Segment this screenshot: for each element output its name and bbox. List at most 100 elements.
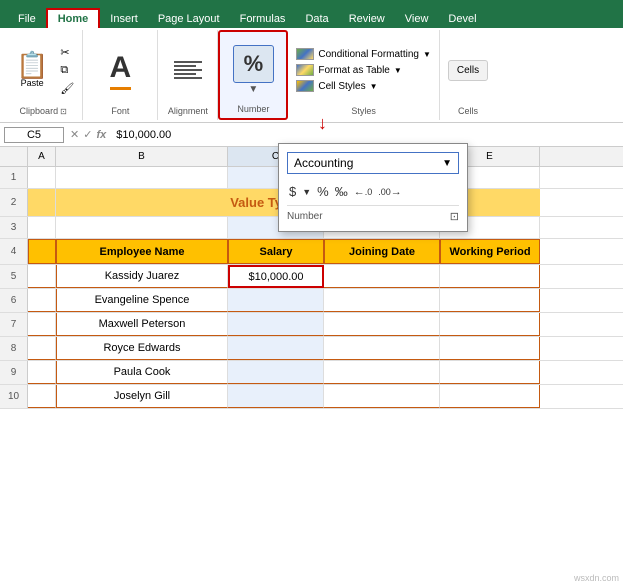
row-num-8: 8: [0, 337, 28, 360]
cell-8a[interactable]: [28, 337, 56, 360]
cell-9d[interactable]: [324, 361, 440, 384]
cell-7d[interactable]: [324, 313, 440, 336]
confirm-icon[interactable]: ✓: [83, 128, 92, 141]
cell-5d[interactable]: [324, 265, 440, 288]
percent-button[interactable]: %: [317, 184, 329, 199]
cell-salary-header[interactable]: Salary: [228, 239, 324, 264]
paste-button[interactable]: 📋 Paste: [10, 48, 54, 92]
tab-formulas[interactable]: Formulas: [230, 10, 296, 28]
cell-working-period-header[interactable]: Working Period: [440, 239, 540, 264]
cell-styles-icon: [296, 80, 314, 92]
accounting-dropdown-select[interactable]: Accounting ▼: [287, 152, 459, 174]
format-table-icon: [296, 64, 314, 76]
cs-dropdown-icon[interactable]: ▼: [370, 82, 378, 91]
row-num-4: 4: [0, 239, 28, 264]
dropdown-expand-icon[interactable]: ⊡: [450, 210, 459, 223]
cell-joining-date-header[interactable]: Joining Date: [324, 239, 440, 264]
cell-9a[interactable]: [28, 361, 56, 384]
cell-10c[interactable]: [228, 385, 324, 408]
accounting-label: Accounting: [294, 156, 353, 170]
format-painter-button[interactable]: 🖌: [58, 81, 76, 96]
increase-decimal[interactable]: .00→: [378, 186, 402, 198]
dollar-button[interactable]: $: [289, 184, 296, 199]
number-group: % ▼ Number: [218, 30, 288, 120]
cf-dropdown-icon[interactable]: ▼: [423, 50, 431, 59]
cell-8c[interactable]: [228, 337, 324, 360]
alignment-label: Alignment: [168, 106, 208, 116]
cells-label: Cells: [458, 106, 478, 116]
dropdown-number-label: Number: [287, 211, 323, 222]
cell-6a[interactable]: [28, 289, 56, 312]
tab-page-layout[interactable]: Page Layout: [148, 10, 230, 28]
cell-7c[interactable]: [228, 313, 324, 336]
tab-home[interactable]: Home: [46, 8, 101, 28]
col-header-a[interactable]: A: [28, 147, 56, 166]
tab-review[interactable]: Review: [339, 10, 395, 28]
cell-6d[interactable]: [324, 289, 440, 312]
format-as-table-button[interactable]: Format as Table ▼: [296, 64, 431, 76]
fat-dropdown-icon[interactable]: ▼: [394, 66, 402, 75]
copy-button[interactable]: ⧉: [58, 63, 76, 78]
cell-1a[interactable]: [28, 167, 56, 188]
cell-3a[interactable]: [28, 217, 56, 238]
row-num-9: 9: [0, 361, 28, 384]
cell-6e[interactable]: [440, 289, 540, 312]
dollar-dropdown[interactable]: ▼: [302, 187, 311, 197]
table-row: 9 Paula Cook: [0, 361, 623, 385]
number-button[interactable]: %: [233, 45, 275, 83]
cell-paula-name[interactable]: Paula Cook: [56, 361, 228, 384]
cut-button[interactable]: ✂: [58, 45, 76, 60]
tab-view[interactable]: View: [395, 10, 439, 28]
tab-file[interactable]: File: [8, 10, 46, 28]
cell-1b[interactable]: [56, 167, 228, 188]
cell-royce-name[interactable]: Royce Edwards: [56, 337, 228, 360]
cell-kassidy-name[interactable]: Kassidy Juarez: [56, 265, 228, 288]
font-group: A Font: [83, 30, 158, 120]
cells-button[interactable]: Cells: [448, 60, 488, 81]
row-num-1: 1: [0, 167, 28, 188]
paste-icon: 📋: [16, 52, 48, 78]
cell-5e[interactable]: [440, 265, 540, 288]
cell-employee-name-header[interactable]: Employee Name: [56, 239, 228, 264]
cell-8e[interactable]: [440, 337, 540, 360]
cell-styles-button[interactable]: Cell Styles ▼: [296, 80, 431, 92]
cell-7a[interactable]: [28, 313, 56, 336]
cancel-icon[interactable]: ✕: [70, 128, 79, 141]
number-dropdown-arrow[interactable]: ▼: [248, 84, 258, 95]
cell-kassidy-salary[interactable]: $10,000.00: [228, 265, 324, 288]
table-row: 7 Maxwell Peterson: [0, 313, 623, 337]
cell-3b[interactable]: [56, 217, 228, 238]
cell-7e[interactable]: [440, 313, 540, 336]
cell-5a[interactable]: [28, 265, 56, 288]
cell-10d[interactable]: [324, 385, 440, 408]
name-box[interactable]: [4, 127, 64, 143]
cell-evangeline-name[interactable]: Evangeline Spence: [56, 289, 228, 312]
watermark: wsxdn.com: [574, 573, 619, 583]
number-label: Number: [237, 104, 269, 114]
accounting-dropdown: Accounting ▼ $ ▼ % ‰ ←.0 .00→ Number ⊡: [278, 143, 468, 232]
conditional-formatting-icon: [296, 48, 314, 60]
clipboard-expand-icon[interactable]: ⊡: [60, 107, 67, 116]
cell-8d[interactable]: [324, 337, 440, 360]
col-header-b[interactable]: B: [56, 147, 228, 166]
cell-9e[interactable]: [440, 361, 540, 384]
dropdown-number-footer: Number ⊡: [287, 205, 459, 223]
tab-insert[interactable]: Insert: [100, 10, 148, 28]
tab-devel[interactable]: Devel: [438, 10, 486, 28]
cell-4a[interactable]: [28, 239, 56, 264]
tab-data[interactable]: Data: [295, 10, 338, 28]
cell-maxwell-name[interactable]: Maxwell Peterson: [56, 313, 228, 336]
decrease-decimal[interactable]: ←.0: [354, 186, 373, 198]
cell-joselyn-name[interactable]: Joselyn Gill: [56, 385, 228, 408]
cell-10a[interactable]: [28, 385, 56, 408]
cell-10e[interactable]: [440, 385, 540, 408]
conditional-formatting-button[interactable]: Conditional Formatting ▼: [296, 48, 431, 60]
comma-button[interactable]: ‰: [335, 184, 348, 199]
table-row: 4 Employee Name Salary Joining Date Work…: [0, 239, 623, 265]
cell-6c[interactable]: [228, 289, 324, 312]
font-icon: A: [110, 51, 132, 90]
cell-9c[interactable]: [228, 361, 324, 384]
table-row: 6 Evangeline Spence: [0, 289, 623, 313]
cell-2a[interactable]: [28, 189, 56, 216]
function-icon[interactable]: fx: [96, 129, 106, 141]
